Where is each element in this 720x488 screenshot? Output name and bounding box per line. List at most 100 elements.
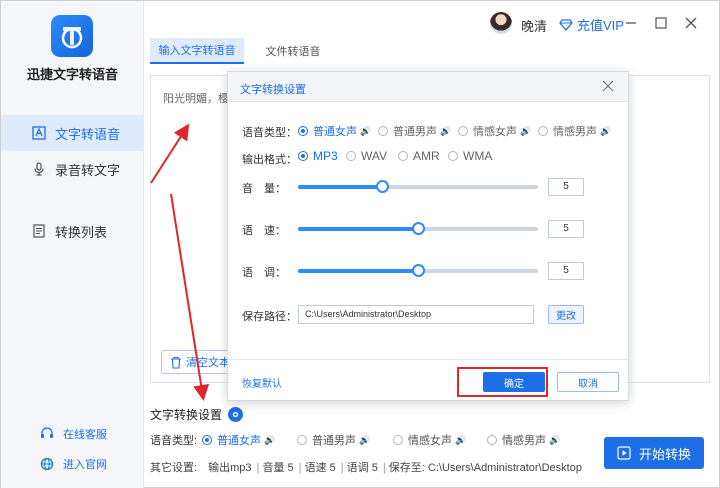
format-option-wma[interactable]: WMA xyxy=(448,149,492,163)
sidebar-item-speech-to-text[interactable]: 录音转文字 xyxy=(1,151,144,187)
vip-label: 充值VIP xyxy=(577,18,624,33)
tab-file-input[interactable]: 文件转语音 xyxy=(253,38,333,64)
format-option-amr[interactable]: AMR xyxy=(398,149,440,163)
online-support-label: 在线客服 xyxy=(63,429,107,441)
sidebar-item-text-to-speech[interactable]: 文字转语音 xyxy=(1,115,144,151)
online-support-link[interactable]: 在线客服 xyxy=(39,426,107,442)
maximize-button[interactable] xyxy=(651,13,671,33)
radio-icon xyxy=(378,126,388,136)
speaker-icon[interactable]: 🔊 xyxy=(520,126,531,137)
slider-knob[interactable] xyxy=(412,264,425,277)
slider-knob[interactable] xyxy=(376,180,389,193)
speaker-icon[interactable]: 🔊 xyxy=(440,126,451,137)
format-option-label: WAV xyxy=(361,149,387,163)
settings-title-label: 文字转换设置 xyxy=(150,408,223,422)
voice-type-label: 语音类型： xyxy=(242,127,297,139)
radio-icon xyxy=(346,151,356,161)
voice-option-label: 普通女声 xyxy=(313,126,357,138)
volume-slider[interactable] xyxy=(298,180,538,193)
sidebar-item-conversion-list[interactable]: 转换列表 xyxy=(1,213,144,249)
bottom-voice-option[interactable]: 情感女声 🔊 xyxy=(393,432,466,448)
app-window: 迅捷文字转语音 文字转语音 录音转文字 转换列表 在线客服 进入官网 晚清 充值… xyxy=(0,0,720,488)
volume-value[interactable]: 5 xyxy=(548,178,584,196)
speed-value[interactable]: 5 xyxy=(548,220,584,238)
gear-icon[interactable] xyxy=(228,407,244,422)
voice-option-label: 普通女声 xyxy=(217,435,261,447)
speaker-icon[interactable]: 🔊 xyxy=(549,435,560,446)
bottom-voice-option[interactable]: 普通男声 🔊 xyxy=(297,432,370,448)
pitch-value[interactable]: 5 xyxy=(548,262,584,280)
radio-icon xyxy=(538,126,548,136)
radio-icon xyxy=(458,126,468,136)
support-icon xyxy=(39,426,55,442)
official-site-link[interactable]: 进入官网 xyxy=(39,456,107,472)
speaker-icon[interactable]: 🔊 xyxy=(264,435,275,446)
maximize-icon xyxy=(655,17,667,29)
ok-button[interactable]: 确定 xyxy=(483,372,545,392)
speaker-icon[interactable]: 🔊 xyxy=(600,126,611,137)
save-path-label: 保存路径： xyxy=(242,311,297,323)
dialog-title: 文字转换设置 xyxy=(240,84,306,96)
list-icon xyxy=(31,223,47,239)
other-setting-format: 输出mp3 xyxy=(208,462,252,474)
speed-slider[interactable] xyxy=(298,222,538,235)
sidebar-item-label: 文字转语音 xyxy=(55,126,121,142)
dialog-close-button[interactable] xyxy=(602,80,616,94)
speaker-icon[interactable]: 🔊 xyxy=(455,435,466,446)
radio-icon xyxy=(298,126,308,136)
format-option-wav[interactable]: WAV xyxy=(346,149,387,163)
clear-text-label: 清空文本 xyxy=(186,357,230,369)
clear-text-button[interactable]: 清空文本 xyxy=(161,350,231,374)
other-settings-label: 其它设置: xyxy=(150,462,198,474)
slider-fill xyxy=(298,185,382,189)
slider-knob[interactable] xyxy=(412,222,425,235)
bottom-voice-option[interactable]: 情感男声 🔊 xyxy=(487,432,560,448)
conversion-settings-dialog: 文字转换设置 语音类型： 普通女声 🔊 普通男声 🔊 情感女声 🔊 情感男声 🔊 xyxy=(227,71,629,401)
dialog-divider xyxy=(228,359,628,360)
minimize-icon xyxy=(626,22,636,24)
sidebar-item-label: 转换列表 xyxy=(55,224,108,240)
start-conversion-button[interactable]: 开始转换 xyxy=(604,437,704,469)
close-window-button[interactable] xyxy=(681,13,701,33)
cancel-button[interactable]: 取消 xyxy=(557,372,619,392)
other-setting-volume: 音量 5 xyxy=(262,462,294,474)
voice-option[interactable]: 情感男声 🔊 xyxy=(538,123,611,139)
radio-icon xyxy=(298,151,308,161)
save-path-input[interactable]: C:\Users\Administrator\Desktop xyxy=(298,305,534,324)
avatar[interactable] xyxy=(490,12,512,34)
official-site-label: 进入官网 xyxy=(63,459,107,471)
slider-fill xyxy=(298,269,418,273)
vip-button[interactable]: 充值VIP xyxy=(559,15,624,34)
speed-label: 语 速： xyxy=(242,225,286,237)
voice-option[interactable]: 情感女声 🔊 xyxy=(458,123,531,139)
app-logo xyxy=(51,15,93,57)
bottom-voice-label: 语音类型: xyxy=(150,435,198,447)
voice-option[interactable]: 普通女声 🔊 xyxy=(298,123,371,139)
radio-icon xyxy=(398,151,408,161)
format-option-mp3[interactable]: MP3 xyxy=(298,149,338,163)
tab-label: 输入文字转语音 xyxy=(158,45,236,57)
change-path-button[interactable]: 更改 xyxy=(548,305,584,324)
other-settings: 其它设置: 输出mp3 | 音量 5 | 语速 5 | 语调 5 | 保存至: C:\U… xyxy=(150,462,582,474)
bottom-voice-option[interactable]: 普通女声 🔊 xyxy=(202,432,275,448)
restore-defaults-link[interactable]: 恢复默认 xyxy=(242,375,282,390)
format-option-label: WMA xyxy=(463,149,493,163)
voice-option-label: 情感男声 xyxy=(502,435,546,447)
voice-option[interactable]: 普通男声 🔊 xyxy=(378,123,451,139)
speaker-icon[interactable]: 🔊 xyxy=(360,126,371,137)
radio-icon xyxy=(448,151,458,161)
close-icon xyxy=(685,17,697,29)
other-setting-save-path: 保存至: C:\Users\Administrator\Desktop xyxy=(388,462,582,474)
minimize-button[interactable] xyxy=(621,13,641,33)
speaker-icon[interactable]: 🔊 xyxy=(359,435,370,446)
voice-option-label: 情感女声 xyxy=(473,126,517,138)
pitch-slider[interactable] xyxy=(298,264,538,277)
tab-text-input[interactable]: 输入文字转语音 xyxy=(150,38,244,64)
start-conversion-label: 开始转换 xyxy=(638,446,691,462)
radio-icon xyxy=(487,435,497,445)
username[interactable]: 晚清 xyxy=(521,16,547,35)
voice-option-label: 情感女声 xyxy=(408,435,452,447)
app-name: 迅捷文字转语音 xyxy=(26,67,118,82)
slider-fill xyxy=(298,227,418,231)
diamond-icon xyxy=(559,18,573,31)
